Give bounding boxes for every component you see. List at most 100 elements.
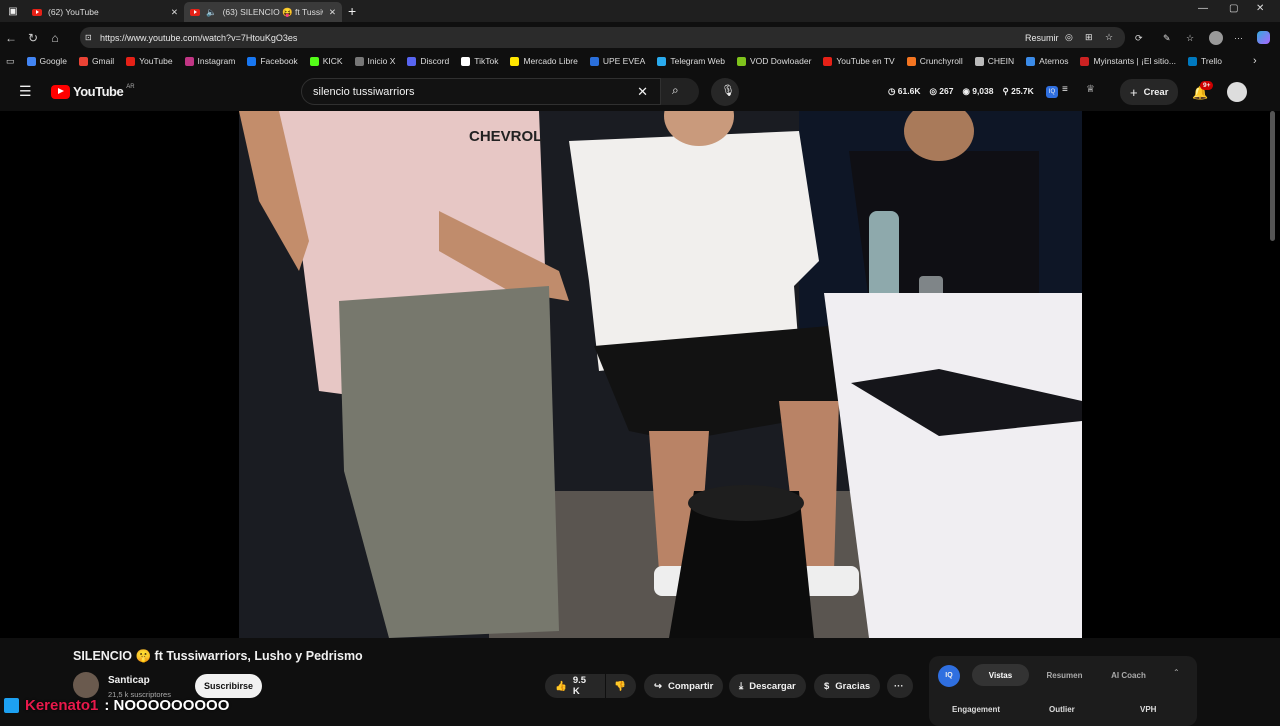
vidiq-panel-icon[interactable]: IQ	[938, 665, 960, 687]
bookmark-mercadolibre[interactable]: Mercado Libre	[510, 56, 578, 66]
tab-vistas[interactable]: Vistas	[972, 664, 1029, 686]
search-icon: ⌕	[672, 83, 679, 97]
extension-icon[interactable]: ✎	[1163, 33, 1171, 44]
bookmark-upe-evea[interactable]: UPE EVEA	[589, 56, 645, 66]
notifications-button[interactable]: 🔔 9+	[1192, 81, 1214, 102]
more-actions-button[interactable]: ···	[887, 674, 913, 698]
video-frame: CHEVROL	[239, 111, 1082, 638]
favorite-star-icon[interactable]: ☆	[1105, 32, 1113, 43]
kick-icon	[309, 56, 319, 66]
bookmark-label: Instagram	[197, 56, 236, 66]
overlay-message: : NOOOOOOOOO	[104, 696, 230, 714]
bookmark-gmail[interactable]: Gmail	[78, 56, 114, 66]
bookmarks-overflow-icon[interactable]: ›	[1253, 55, 1257, 67]
bookmark-youtube-tv[interactable]: YouTube en TV	[823, 56, 895, 66]
bookmark-telegram[interactable]: Telegram Web	[657, 56, 725, 66]
account-avatar[interactable]	[1227, 82, 1247, 102]
voice-search-button[interactable]: 🎙	[711, 78, 739, 106]
site-info-icon[interactable]: ⊡	[85, 33, 92, 42]
youtube-logo[interactable]: YouTube AR	[51, 84, 135, 99]
extensions-icon[interactable]: ⟳	[1135, 33, 1143, 44]
thanks-button[interactable]: $ Gracias	[814, 674, 881, 698]
tab-actions-icon[interactable]: ▣	[0, 6, 26, 17]
bookmarks-menu-icon[interactable]: ▭	[6, 56, 15, 67]
bookmark-vod-downloader[interactable]: VOD Dowloader	[737, 56, 811, 66]
video-player[interactable]: CHEVROL	[0, 111, 1280, 638]
bookmark-tiktok[interactable]: TikTok	[461, 56, 498, 66]
thanks-label: Gracias	[835, 680, 871, 692]
channel-name[interactable]: Santicap	[108, 675, 150, 686]
dislike-button[interactable]: 👎	[606, 674, 636, 698]
collapse-icon[interactable]: ⌃	[1173, 668, 1180, 677]
url-field[interactable]: ⊡ https://www.youtube.com/watch?v=7HtouK…	[80, 27, 1125, 48]
bookmark-youtube[interactable]: YouTube	[126, 56, 173, 66]
new-tab-icon[interactable]: +	[348, 3, 356, 19]
bookmark-discord[interactable]: Discord	[407, 56, 449, 66]
close-window-icon[interactable]: ✕	[1256, 3, 1264, 14]
page-scrollbar[interactable]	[1270, 111, 1275, 241]
list-icon[interactable]: ≡	[1062, 84, 1068, 95]
close-tab-icon[interactable]: ✕	[329, 7, 336, 18]
myinstants-icon	[1080, 56, 1090, 66]
bookmark-myinstants[interactable]: Myinstants | ¡El sitio...	[1080, 56, 1176, 66]
home-icon[interactable]: ⌂	[44, 31, 66, 45]
youtube-wordmark: YouTube	[73, 84, 124, 99]
tab-ai-coach[interactable]: AI Coach	[1100, 664, 1157, 686]
tab-resumen[interactable]: Resumen	[1036, 664, 1093, 686]
col-vph: VPH	[1140, 705, 1157, 714]
x-icon	[354, 56, 364, 66]
back-icon[interactable]: ←	[0, 31, 22, 45]
google-icon	[26, 56, 36, 66]
tab-label: (63) SILENCIO 😝 ft Tussiwa	[222, 6, 323, 17]
resumir-button[interactable]: Resumir	[1025, 33, 1059, 43]
achievement-icon[interactable]: ♕	[1086, 84, 1095, 95]
search-button[interactable]: ⌕	[661, 78, 699, 105]
tab-video[interactable]: 🔈 (63) SILENCIO 😝 ft Tussiwa ✕	[184, 2, 342, 22]
share-button[interactable]: ↪ Compartir	[644, 674, 724, 698]
mercadolibre-icon	[510, 56, 520, 66]
watch-stat: ◉ 9,038	[962, 86, 994, 96]
browser-tab-bar: ▣ (62) YouTube ✕ 🔈 (63) SILENCIO 😝 ft Tu…	[0, 0, 1280, 22]
bookmark-facebook[interactable]: Facebook	[247, 56, 298, 66]
bookmark-x[interactable]: Inicio X	[354, 56, 395, 66]
more-options-icon[interactable]: ···	[1234, 33, 1243, 43]
bookmark-aternos[interactable]: Aternos	[1026, 56, 1068, 66]
download-button[interactable]: ⤓ Descargar	[729, 674, 806, 698]
bookmark-instagram[interactable]: Instagram	[184, 56, 236, 66]
youtube-favicon-icon	[190, 8, 200, 16]
like-button[interactable]: 👍 9.5 K	[545, 674, 605, 698]
close-tab-icon[interactable]: ✕	[171, 7, 178, 18]
apps-icon[interactable]: ⊞	[1085, 32, 1093, 43]
favorites-icon[interactable]: ☆	[1186, 33, 1194, 44]
reader-icon[interactable]: ◎	[1065, 32, 1073, 43]
telegram-icon	[657, 56, 667, 66]
vod-downloader-icon	[737, 56, 746, 66]
clear-search-icon[interactable]: ✕	[637, 84, 648, 100]
menu-icon[interactable]: ☰	[19, 83, 32, 100]
bookmark-google[interactable]: Google	[26, 56, 67, 66]
maximize-icon[interactable]: ▢	[1229, 3, 1238, 14]
col-outlier: Outlier	[1049, 705, 1075, 714]
users-stat: ⚲ 25.7K	[1002, 86, 1034, 96]
bookmark-trello[interactable]: Trello	[1187, 56, 1222, 66]
minimize-icon[interactable]: —	[1198, 3, 1208, 14]
share-icon: ↪	[654, 680, 662, 692]
vidiq-icon[interactable]: IQ	[1046, 86, 1058, 98]
facebook-icon	[247, 56, 257, 66]
bookmark-label: Facebook	[260, 56, 298, 66]
bookmark-kick[interactable]: KICK	[309, 56, 343, 66]
profile-avatar-icon[interactable]	[1209, 31, 1223, 45]
create-button[interactable]: + Crear	[1120, 79, 1179, 105]
mic-icon: 🎙	[721, 85, 735, 97]
tiktok-icon	[461, 56, 471, 66]
copilot-icon[interactable]	[1257, 31, 1270, 44]
search-query: silencio tussiwarriors	[313, 85, 415, 98]
bookmark-crunchyroll[interactable]: Crunchyroll	[906, 56, 963, 66]
reload-icon[interactable]: ↻	[22, 31, 44, 45]
search-input[interactable]: silencio tussiwarriors ✕	[301, 78, 661, 105]
download-icon: ⤓	[739, 680, 744, 692]
speaker-icon[interactable]: 🔈	[206, 7, 217, 18]
bookmark-chein[interactable]: CHEIN	[974, 56, 1014, 66]
youtube-logo-icon	[51, 84, 70, 99]
tab-youtube-home[interactable]: (62) YouTube ✕	[26, 2, 184, 22]
